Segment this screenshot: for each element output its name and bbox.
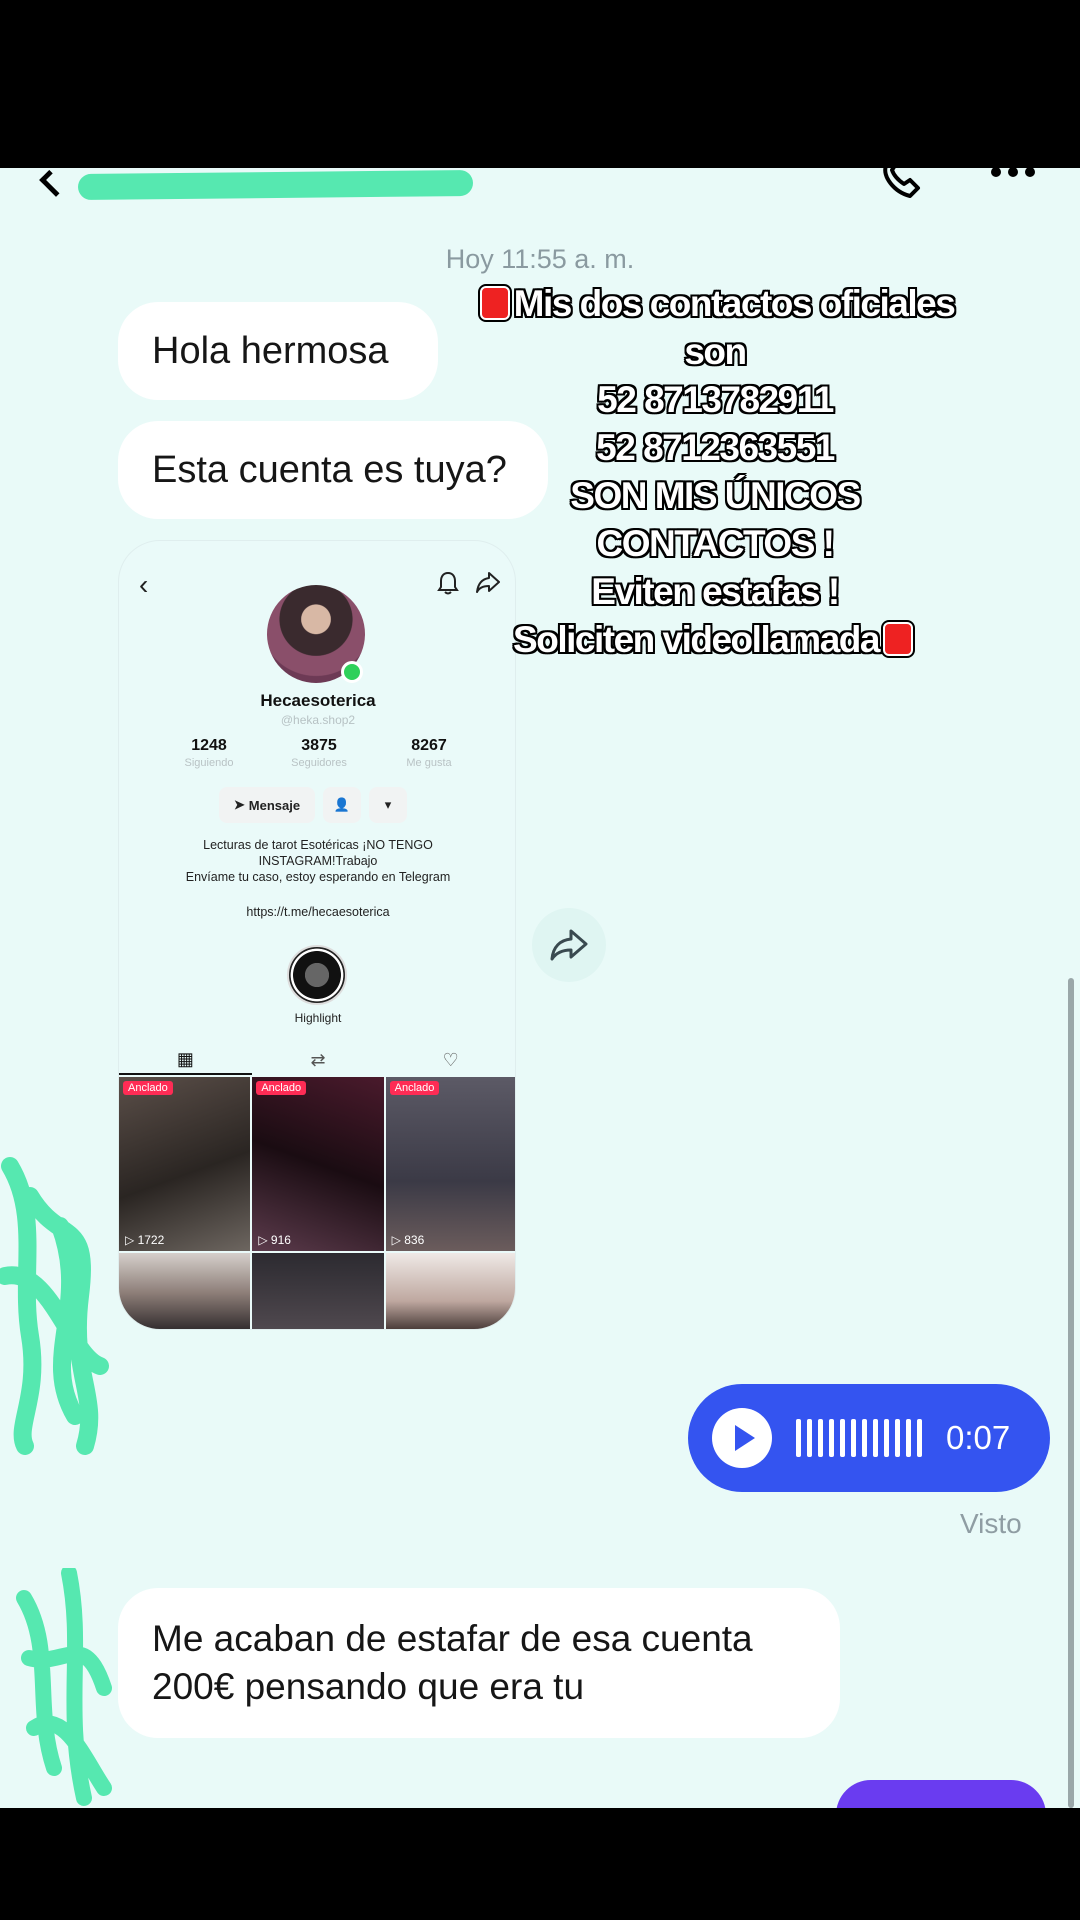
- back-chevron-icon[interactable]: [39, 168, 73, 197]
- message-button-label: Mensaje: [248, 797, 301, 813]
- online-indicator: [341, 661, 363, 683]
- video-grid: Anclado ▷ 1722 Anclado ▷ 916 Anclado ▷ 8…: [119, 1077, 515, 1329]
- redaction-scribble: [77, 169, 474, 201]
- pinned-badge: Anclado: [389, 1081, 440, 1095]
- caption-line: Eviten estafas !: [591, 571, 840, 612]
- siren-icon: [882, 622, 913, 656]
- waveform: [796, 1419, 922, 1457]
- outgoing-message-partial[interactable]: [836, 1780, 1046, 1808]
- pinned-badge: Anclado: [123, 1081, 173, 1095]
- stat-label: Me gusta: [406, 757, 452, 769]
- stat-following: 1248 Siguiendo: [159, 737, 259, 769]
- incoming-message-3[interactable]: Me acaban de estafar de esa cuenta 200€ …: [118, 1588, 840, 1738]
- view-count: ▷ 836: [391, 1233, 425, 1247]
- stat-followers: 3875 Seguidores: [269, 737, 369, 769]
- more-options-icon[interactable]: [988, 168, 1038, 186]
- stat-label: Siguiendo: [184, 757, 234, 769]
- video-tile: [119, 1253, 251, 1329]
- view-count: ▷ 1722: [125, 1233, 165, 1247]
- send-icon: ➤: [233, 797, 245, 812]
- profile-bio: Lecturas de tarot Esotéricas ¡NO TENGO I…: [185, 838, 451, 884]
- profile-back-icon: ‹: [139, 569, 149, 600]
- profile-name: Hecaesoterica: [260, 691, 376, 710]
- profile-link: https://t.me/hecaesoterica: [246, 905, 390, 919]
- view-count: ▷ 916: [258, 1233, 291, 1247]
- pinned-badge: Anclado: [256, 1081, 307, 1095]
- highlight-thumbnail: [287, 945, 347, 1005]
- caption-line: SON MIS ÚNICOS: [570, 475, 861, 516]
- video-tile: [252, 1253, 384, 1329]
- caption-line: CONTACTOS !: [596, 523, 835, 564]
- repost-tab-icon: ⇄: [310, 1049, 326, 1070]
- caption-line: Mis dos contactos oficiales: [513, 283, 956, 324]
- stat-label: Seguidores: [291, 757, 347, 769]
- siren-icon: [479, 286, 510, 320]
- phone-call-icon[interactable]: [880, 168, 932, 200]
- overlay-caption: Mis dos contactos oficiales son 52 87137…: [440, 280, 990, 664]
- view-count-value: 916: [270, 1233, 291, 1247]
- video-tile: [385, 1253, 515, 1329]
- caption-line: Soliciten videollamada: [513, 619, 880, 660]
- add-friend-icon: 👤: [323, 787, 361, 823]
- play-icon[interactable]: [712, 1408, 772, 1468]
- view-count-value: 836: [404, 1233, 425, 1247]
- message-timestamp: Hoy 11:55 a. m.: [445, 244, 635, 274]
- grid-tab-icon: ▦: [119, 1045, 252, 1075]
- profile-stats: 1248 Siguiendo 3875 Seguidores 8267 Me g…: [159, 737, 479, 769]
- stat-likes: 8267 Me gusta: [379, 737, 479, 769]
- redaction-scribble-left-2: [16, 1568, 112, 1806]
- incoming-message-1[interactable]: Hola hermosa: [118, 302, 438, 400]
- forward-icon: [550, 929, 588, 961]
- caption-phone-2: 52 8712363551: [596, 427, 835, 468]
- profile-actions: ➤ Mensaje 👤 ▾: [219, 787, 407, 823]
- caption-line: son: [684, 331, 747, 372]
- stat-value: 1248: [191, 737, 227, 754]
- video-tile: Anclado ▷ 916: [252, 1077, 384, 1251]
- video-tile: Anclado ▷ 1722: [119, 1077, 251, 1251]
- seen-status: Visto: [960, 1508, 1022, 1539]
- redaction-scribble-left: [0, 1157, 109, 1455]
- chat-header: [0, 168, 1080, 208]
- forward-button[interactable]: [532, 908, 606, 982]
- liked-tab-icon: ♡: [442, 1049, 459, 1070]
- caption-phone-1: 52 8713782911: [597, 379, 834, 420]
- video-tile: Anclado ▷ 836: [385, 1077, 515, 1251]
- highlight-label: Highlight: [294, 1011, 342, 1025]
- profile-handle: @heka.shop2: [280, 713, 356, 727]
- view-count-value: 1722: [137, 1233, 165, 1247]
- scrollbar[interactable]: [1068, 978, 1074, 1808]
- stat-value: 8267: [411, 737, 447, 754]
- chevron-down-icon: ▾: [369, 787, 407, 823]
- profile-content-tabs: ▦ ⇄ ♡: [119, 1045, 515, 1075]
- stat-value: 3875: [301, 737, 337, 754]
- voice-duration: 0:07: [946, 1419, 1011, 1456]
- message-button: ➤ Mensaje: [219, 787, 315, 823]
- voice-message[interactable]: 0:07: [688, 1384, 1050, 1492]
